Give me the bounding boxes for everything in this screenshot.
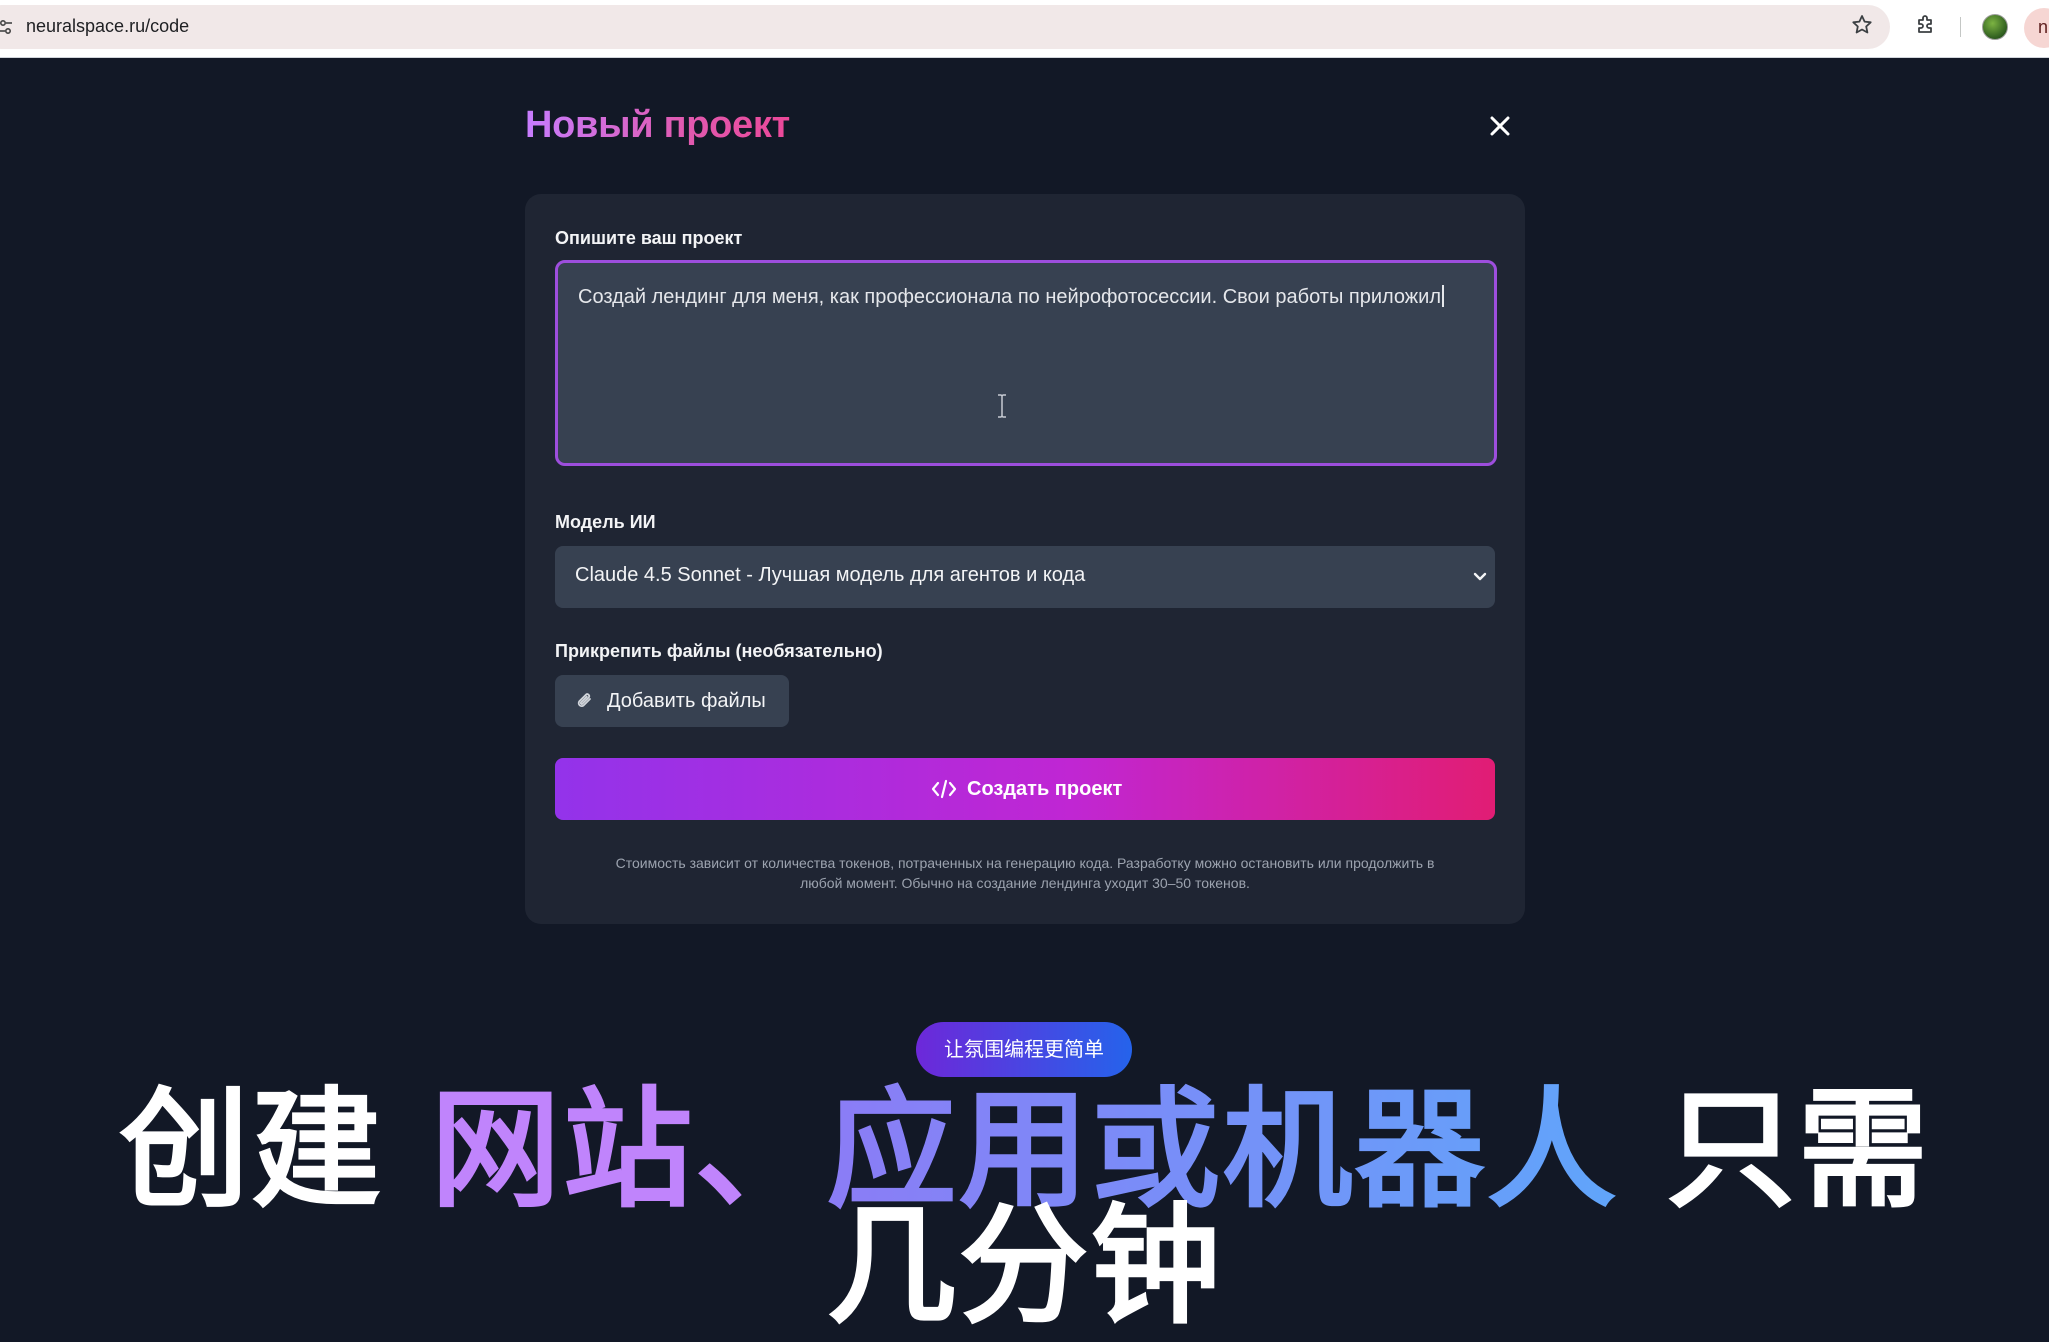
add-files-button-label: Добавить файлы bbox=[607, 690, 766, 712]
url-text[interactable]: neuralspace.ru/code bbox=[26, 16, 189, 37]
cost-note: Стоимость зависит от количества токенов,… bbox=[555, 853, 1495, 893]
toolbar-divider bbox=[1960, 17, 1961, 37]
add-files-button[interactable]: Добавить файлы bbox=[555, 675, 789, 727]
project-description-textarea[interactable]: Создай лендинг для меня, как профессиона… bbox=[555, 260, 1497, 466]
close-icon[interactable] bbox=[1484, 110, 1516, 142]
address-bar[interactable] bbox=[0, 5, 1890, 49]
new-project-card: Опишите ваш проект Создай лендинг для ме… bbox=[525, 194, 1525, 924]
model-select[interactable]: Claude 4.5 Sonnet - Лучшая модель для аг… bbox=[555, 546, 1495, 608]
extensions-puzzle-icon[interactable] bbox=[1914, 13, 1938, 37]
chevron-down-icon bbox=[1473, 572, 1487, 581]
create-project-button-label: Создать проект bbox=[967, 778, 1123, 800]
project-description-text: Создай лендинг для меня, как профессиона… bbox=[578, 286, 1442, 308]
caption-segment-1: 创建 bbox=[119, 1074, 431, 1226]
model-select-value: Claude 4.5 Sonnet - Лучшая модель для аг… bbox=[575, 564, 1086, 586]
caption-segment-4: 只需 bbox=[1618, 1074, 1930, 1226]
site-info-icon[interactable] bbox=[0, 19, 12, 35]
description-label: Опишите ваш проект bbox=[555, 228, 743, 248]
create-project-button[interactable]: Создать проект bbox=[555, 758, 1495, 820]
bookmark-star-icon[interactable] bbox=[1850, 13, 1874, 37]
browser-toolbar: neuralspace.ru/code n bbox=[0, 0, 2049, 58]
code-icon bbox=[931, 779, 957, 799]
subtitle-badge: 让氛围编程更简单 bbox=[916, 1022, 1132, 1077]
cost-note-line-1: Стоимость зависит от количества токенов,… bbox=[615, 855, 1435, 871]
subtitle-caption: 创建 网站、应用或机器人 只需 几分钟 bbox=[0, 1085, 2049, 1331]
mouse-ibeam-cursor-icon bbox=[998, 394, 1006, 418]
browser-menu-chip[interactable]: n bbox=[2024, 8, 2049, 48]
attach-files-label: Прикрепить файлы (необязательно) bbox=[555, 641, 883, 661]
text-caret bbox=[1442, 285, 1445, 307]
caption-segment-2: 网站、 bbox=[430, 1074, 827, 1226]
cost-note-line-2: любой момент. Обычно на создание лендинг… bbox=[800, 875, 1250, 891]
profile-avatar[interactable] bbox=[1982, 14, 2008, 40]
modal-title: Новый проект bbox=[525, 104, 790, 146]
paperclip-icon bbox=[577, 693, 591, 707]
model-label: Модель ИИ bbox=[555, 512, 656, 532]
